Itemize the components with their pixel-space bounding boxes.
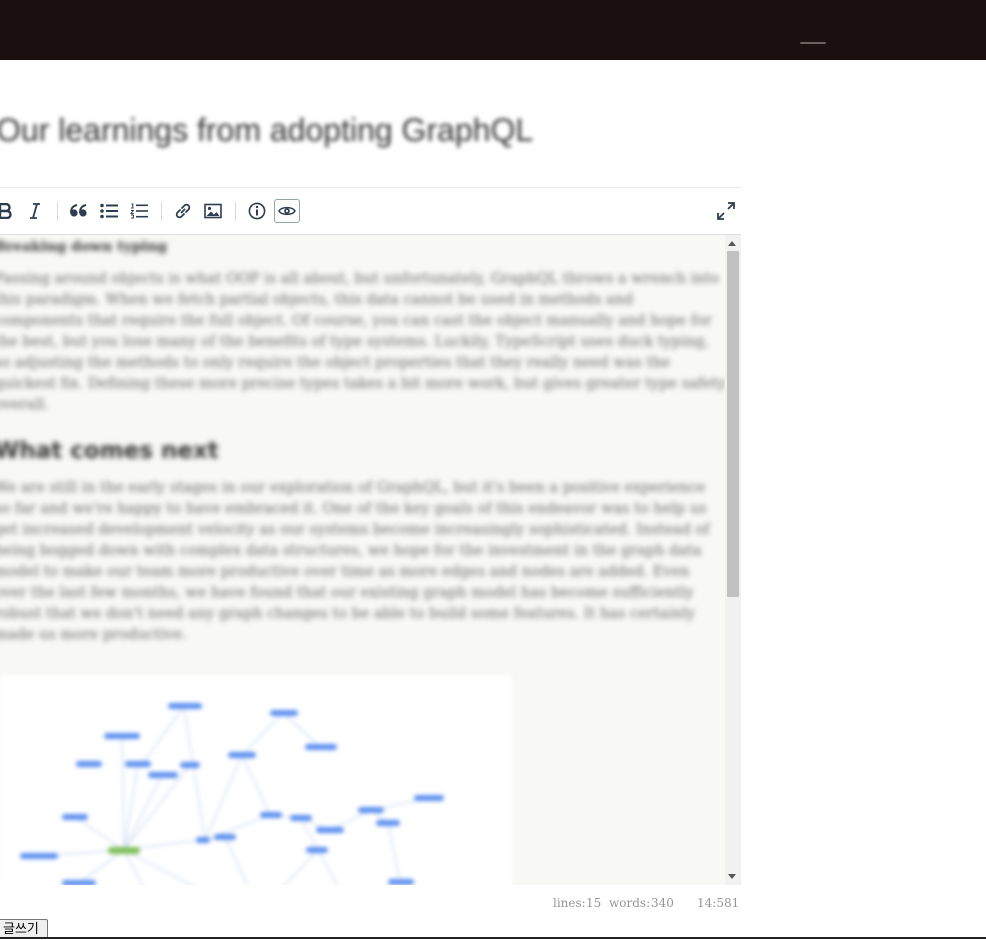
ordered-list-icon <box>130 203 148 219</box>
bold-icon <box>0 203 12 219</box>
fullscreen-icon <box>717 202 735 220</box>
toolbar-separator <box>57 202 58 221</box>
post-title[interactable]: Our learnings from adopting GraphQL <box>0 112 533 149</box>
graph-diagram-image <box>0 675 512 885</box>
quote-icon <box>70 204 87 217</box>
scroll-up-arrow[interactable] <box>728 241 736 246</box>
words-count: 340 <box>651 896 674 910</box>
info-icon <box>248 202 266 220</box>
section-heading: What comes next <box>0 438 219 464</box>
italic-button[interactable] <box>22 199 48 223</box>
unordered-list-button[interactable] <box>96 199 122 223</box>
write-post-button[interactable]: 글쓰기 <box>0 919 48 939</box>
italic-icon <box>30 203 40 219</box>
toolbar-separator <box>235 202 236 221</box>
top-navigation-bar <box>0 0 986 60</box>
link-icon <box>175 203 191 219</box>
bold-button[interactable] <box>0 199 18 223</box>
image-button[interactable] <box>200 199 226 223</box>
cursor-position: 14:581 <box>697 896 740 910</box>
editor-toolbar <box>0 188 741 235</box>
paragraph: Passing around objects is what OOP is al… <box>0 271 726 413</box>
toolbar-separator <box>161 202 162 221</box>
unordered-list-icon <box>100 203 118 219</box>
scrollbar-thumb[interactable] <box>727 251 739 597</box>
section-heading: Breaking down typing <box>0 239 167 255</box>
eye-icon <box>278 206 296 216</box>
editor-text-area[interactable]: Breaking down typing Passing around obje… <box>0 235 726 646</box>
words-label: words: <box>609 896 651 910</box>
preview-button[interactable] <box>274 199 300 223</box>
lines-count: 15 <box>586 896 602 910</box>
paragraph: We are still in the early stages in our … <box>0 480 710 643</box>
editor-status-bar: lines: 15 words: 340 14:581 <box>0 885 741 919</box>
lines-label: lines: <box>553 896 586 910</box>
fullscreen-button[interactable] <box>713 199 739 223</box>
markdown-editor[interactable]: Breaking down typing Passing around obje… <box>0 235 741 885</box>
ordered-list-button[interactable] <box>126 199 152 223</box>
graph-diagram <box>20 703 444 885</box>
image-icon <box>204 203 222 219</box>
quote-button[interactable] <box>66 199 92 223</box>
scroll-down-arrow[interactable] <box>728 874 736 879</box>
guide-button[interactable] <box>244 199 270 223</box>
nav-menu-indicator[interactable] <box>800 42 826 44</box>
link-button[interactable] <box>170 199 196 223</box>
editor-scrollbar[interactable] <box>725 235 741 885</box>
